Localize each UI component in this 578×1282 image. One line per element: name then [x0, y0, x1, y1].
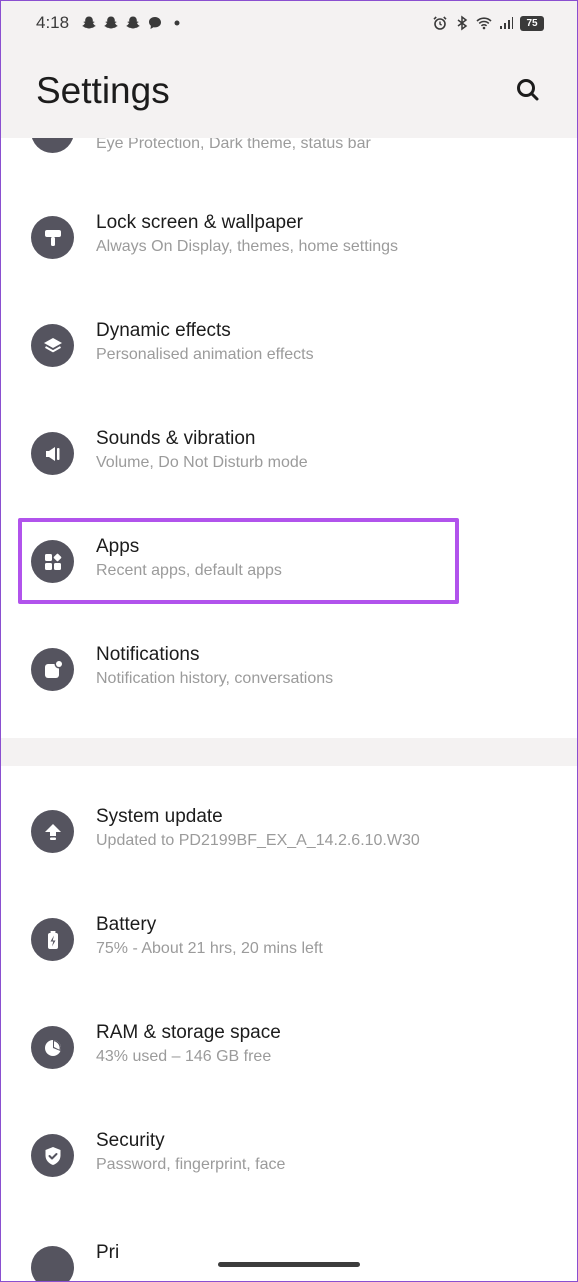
snapchat-icon [126, 16, 140, 29]
bluetooth-icon [457, 15, 468, 31]
snapchat-icon [104, 16, 118, 29]
search-icon [517, 79, 539, 101]
settings-item-system-update[interactable]: System update Updated to PD2199BF_EX_A_1… [0, 798, 578, 906]
settings-item-apps[interactable]: Apps Recent apps, default apps [0, 528, 578, 636]
gesture-nav-handle[interactable] [218, 1262, 360, 1267]
settings-item-security[interactable]: Security Password, fingerprint, face [0, 1122, 578, 1230]
dot-icon [174, 20, 180, 26]
item-subtitle: Password, fingerprint, face [96, 1156, 286, 1173]
item-subtitle: Eye Protection, Dark theme, status bar [96, 138, 371, 152]
item-title: System update [96, 806, 223, 827]
item-subtitle: Volume, Do Not Disturb mode [96, 454, 308, 471]
item-title: Battery [96, 914, 157, 935]
item-subtitle: Recent apps, default apps [96, 562, 282, 579]
settings-item-privacy-partial[interactable]: Pri [0, 1240, 578, 1282]
item-title: Lock screen & wallpaper [96, 212, 303, 233]
item-title: Pri [96, 1242, 120, 1263]
page-title: Settings [36, 70, 170, 111]
app-header: Settings [0, 46, 578, 138]
item-title: Dynamic effects [96, 320, 231, 341]
battery-bolt-icon [31, 918, 74, 961]
system-status-icons: 75 [432, 15, 544, 31]
item-subtitle: Updated to PD2199BF_EX_A_14.2.6.10.W30 [96, 832, 420, 849]
settings-item-display-partial[interactable]: Eye Protection, Dark theme, status bar [0, 138, 578, 168]
item-subtitle: 43% used – 146 GB free [96, 1048, 272, 1065]
item-subtitle: Always On Display, themes, home settings [96, 238, 399, 255]
settings-item-dynamic-effects[interactable]: Dynamic effects Personalised animation e… [0, 312, 578, 420]
item-title: Security [96, 1130, 165, 1151]
settings-item-lock-screen[interactable]: Lock screen & wallpaper Always On Displa… [0, 204, 578, 312]
layers-icon [31, 324, 74, 367]
settings-item-ram-storage[interactable]: RAM & storage space 43% used – 146 GB fr… [0, 1014, 578, 1122]
chat-bubble-icon [149, 17, 162, 29]
speaker-icon [31, 432, 74, 475]
privacy-icon [31, 1246, 74, 1282]
display-icon [31, 138, 74, 153]
wifi-icon [476, 17, 492, 30]
settings-item-sounds[interactable]: Sounds & vibration Volume, Do Not Distur… [0, 420, 578, 528]
section-divider [0, 738, 578, 766]
item-subtitle: 75% - About 21 hrs, 20 mins left [96, 940, 323, 957]
apps-grid-icon [31, 540, 74, 583]
status-bar: 4:18 75 [0, 0, 578, 46]
pie-chart-icon [31, 1026, 74, 1069]
item-title: Apps [96, 536, 140, 557]
item-title: RAM & storage space [96, 1022, 281, 1043]
settings-item-notifications[interactable]: Notifications Notification history, conv… [0, 636, 578, 744]
shield-check-icon [31, 1134, 74, 1177]
item-subtitle: Personalised animation effects [96, 346, 314, 363]
status-time: 4:18 [36, 13, 70, 32]
upload-arrow-icon [31, 810, 74, 853]
notification-icons [81, 15, 185, 31]
battery-icon: 75 [520, 15, 544, 31]
brush-icon [31, 216, 74, 259]
item-title: Sounds & vibration [96, 428, 256, 449]
settings-item-battery[interactable]: Battery 75% - About 21 hrs, 20 mins left [0, 906, 578, 1014]
notification-badge-icon [31, 648, 74, 691]
item-subtitle: Notification history, conversations [96, 670, 334, 687]
item-title: Notifications [96, 644, 200, 665]
search-button[interactable] [514, 76, 542, 104]
snapchat-icon [82, 16, 96, 29]
alarm-icon [433, 16, 447, 30]
signal-icon [500, 17, 513, 29]
